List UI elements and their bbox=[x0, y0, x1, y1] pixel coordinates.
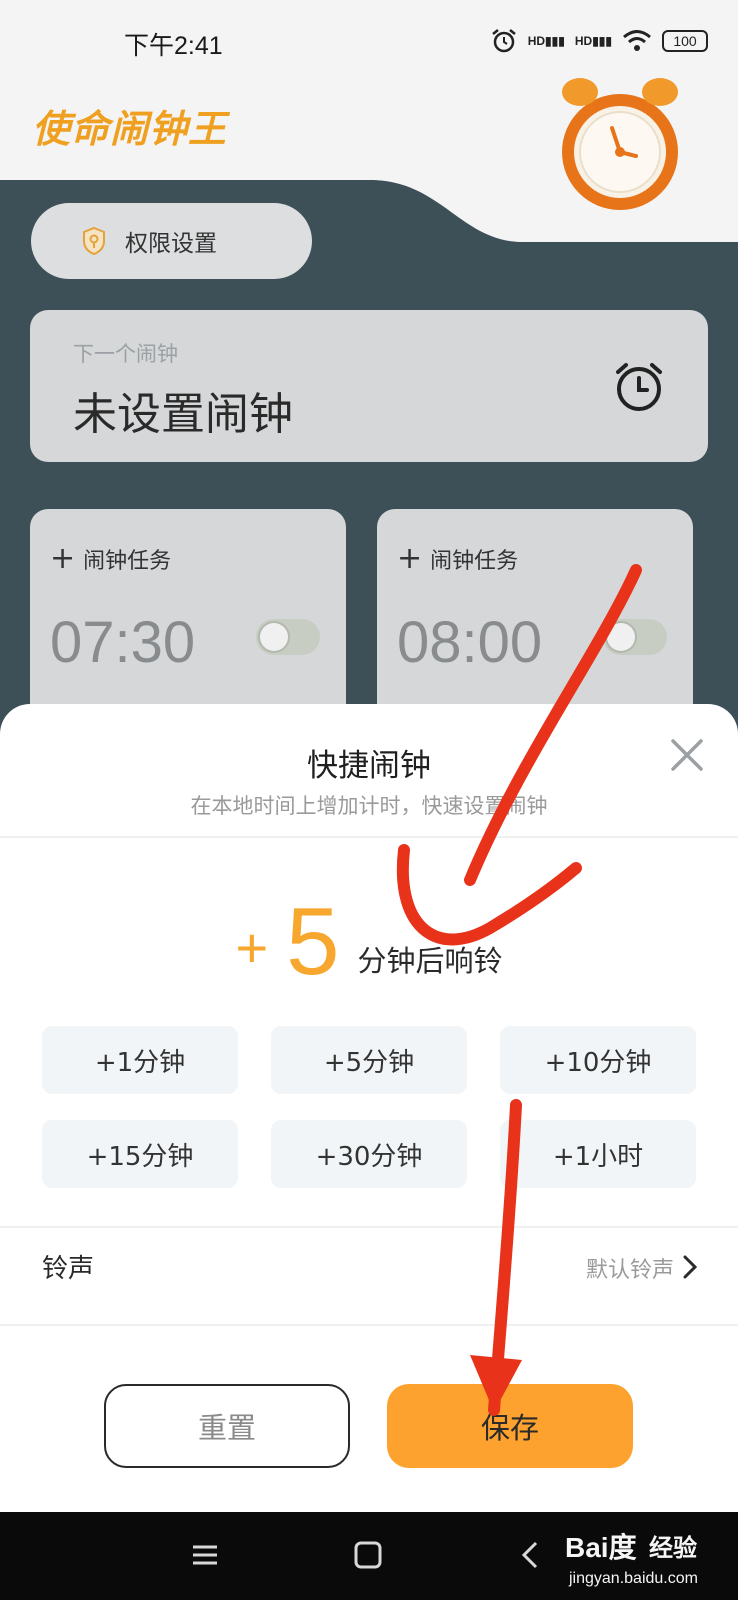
close-icon[interactable] bbox=[666, 734, 708, 776]
signal-1-label: HD bbox=[527, 34, 546, 48]
wifi-icon bbox=[623, 30, 651, 51]
app-title: 使命闹钟王 bbox=[32, 107, 228, 151]
permission-settings-label: 权限设置 bbox=[125, 231, 217, 257]
status-time: 下午2:41 bbox=[124, 32, 223, 60]
baidu-watermark: Bai度 经验 jingyan.baidu.com bbox=[565, 1520, 735, 1600]
watermark-url: jingyan.baidu.com bbox=[569, 1570, 698, 1587]
quick-alarm-sheet: 快捷闹钟 在本地时间上增加计时，快速设置闹钟 + 5 分钟后响铃 +1分钟 +5… bbox=[0, 704, 738, 1512]
divider bbox=[0, 1324, 738, 1326]
toggle-knob bbox=[607, 623, 635, 651]
watermark-logo: Bai度 bbox=[565, 1532, 637, 1563]
permission-settings-button[interactable]: 权限设置 bbox=[31, 203, 312, 279]
option-15min-button[interactable]: +15分钟 bbox=[42, 1120, 238, 1188]
task-header: + 闹钟任务 bbox=[397, 543, 518, 575]
shield-key-icon bbox=[83, 226, 105, 256]
option-30min-button[interactable]: +30分钟 bbox=[271, 1120, 467, 1188]
offset-plus: + bbox=[235, 916, 269, 979]
plus-icon: + bbox=[397, 541, 423, 576]
reset-button[interactable]: 重置 bbox=[104, 1384, 350, 1468]
next-alarm-value: 未设置闹钟 bbox=[73, 389, 293, 440]
sheet-title: 快捷闹钟 bbox=[307, 748, 431, 784]
signal-2-label: HD bbox=[574, 34, 593, 48]
home-icon[interactable] bbox=[353, 1540, 383, 1570]
next-alarm-label: 下一个闹钟 bbox=[73, 342, 178, 366]
ringtone-value: 默认铃声 bbox=[585, 1258, 674, 1283]
next-alarm-card[interactable]: 下一个闹钟 未设置闹钟 bbox=[30, 310, 708, 462]
menu-icon[interactable] bbox=[190, 1540, 220, 1570]
signal-1-icon: HD▮▮▮ bbox=[527, 34, 565, 48]
alarm-clock-icon bbox=[616, 363, 662, 411]
task-toggle[interactable] bbox=[603, 619, 667, 655]
offset-unit: 分钟后响铃 bbox=[357, 944, 503, 978]
option-1hour-button[interactable]: +1小时 bbox=[500, 1120, 696, 1188]
task-header-label: 闹钟任务 bbox=[430, 549, 519, 574]
alarm-status-icon bbox=[491, 29, 516, 53]
divider bbox=[0, 836, 738, 838]
sheet-subtitle: 在本地时间上增加计时，快速设置闹钟 bbox=[190, 794, 548, 818]
task-toggle[interactable] bbox=[256, 619, 320, 655]
option-5min-button[interactable]: +5分钟 bbox=[271, 1026, 467, 1094]
signal-2-icon: HD▮▮▮ bbox=[574, 34, 612, 48]
offset-value: 5 bbox=[286, 888, 340, 995]
battery-icon: 100 bbox=[662, 30, 708, 52]
save-button[interactable]: 保存 bbox=[387, 1384, 633, 1468]
chevron-right-icon bbox=[683, 1255, 698, 1279]
toggle-knob bbox=[260, 623, 288, 651]
ringtone-label: 铃声 bbox=[42, 1254, 95, 1284]
task-header-label: 闹钟任务 bbox=[83, 549, 172, 574]
battery-level: 100 bbox=[673, 33, 697, 49]
status-bar: 下午2:41 HD▮▮▮ HD▮▮▮ 100 bbox=[0, 0, 738, 80]
offset-display: + 5 分钟后响铃 bbox=[0, 894, 738, 990]
option-10min-button[interactable]: +10分钟 bbox=[500, 1026, 696, 1094]
alarm-clock-logo-icon bbox=[562, 78, 678, 210]
plus-icon: + bbox=[50, 541, 76, 576]
task-time: 08:00 bbox=[397, 610, 543, 675]
ringtone-row[interactable]: 铃声 默认铃声 bbox=[0, 1226, 738, 1306]
task-header: + 闹钟任务 bbox=[50, 543, 171, 575]
task-time: 07:30 bbox=[50, 610, 196, 675]
status-icons: HD▮▮▮ HD▮▮▮ 100 bbox=[490, 28, 708, 54]
back-icon[interactable] bbox=[518, 1540, 542, 1570]
watermark-brand: 经验 bbox=[649, 1534, 697, 1562]
option-1min-button[interactable]: +1分钟 bbox=[42, 1026, 238, 1094]
